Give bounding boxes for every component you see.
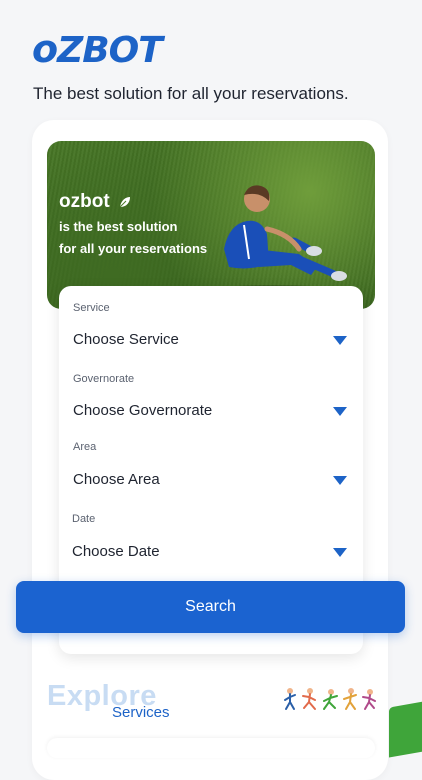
area-label: Area <box>73 441 97 453</box>
search-button[interactable]: Search <box>16 581 405 633</box>
player-image <box>204 185 347 297</box>
hero-banner: ozbot is the best solution for all your … <box>47 141 375 309</box>
caret-down-icon[interactable] <box>333 476 347 485</box>
leaf-icon <box>119 197 130 208</box>
explore-subtitle: Services <box>112 704 170 721</box>
hero-line-2: for all your reservations <box>59 241 208 256</box>
hero-line-1: is the best solution <box>59 219 178 234</box>
hero-brand: ozbot <box>59 191 110 212</box>
decorative-shape <box>389 700 422 758</box>
service-card-peek <box>47 738 375 758</box>
app-logo: oZBOT <box>32 27 163 71</box>
area-select[interactable]: Choose Area <box>73 471 160 488</box>
service-label: Service <box>73 302 110 314</box>
governorate-label: Governorate <box>73 373 135 385</box>
service-select[interactable]: Choose Service <box>73 331 179 348</box>
governorate-select[interactable]: Choose Governorate <box>73 402 212 419</box>
caret-down-icon[interactable] <box>333 336 347 345</box>
date-picker[interactable]: Choose Date <box>72 543 160 560</box>
hero-title: ozbot <box>59 191 132 213</box>
date-label: Date <box>72 513 96 525</box>
caret-down-icon[interactable] <box>333 548 347 557</box>
caret-down-icon[interactable] <box>333 407 347 416</box>
people-exercising-icon <box>284 688 376 710</box>
tagline: The best solution for all your reservati… <box>33 84 349 103</box>
